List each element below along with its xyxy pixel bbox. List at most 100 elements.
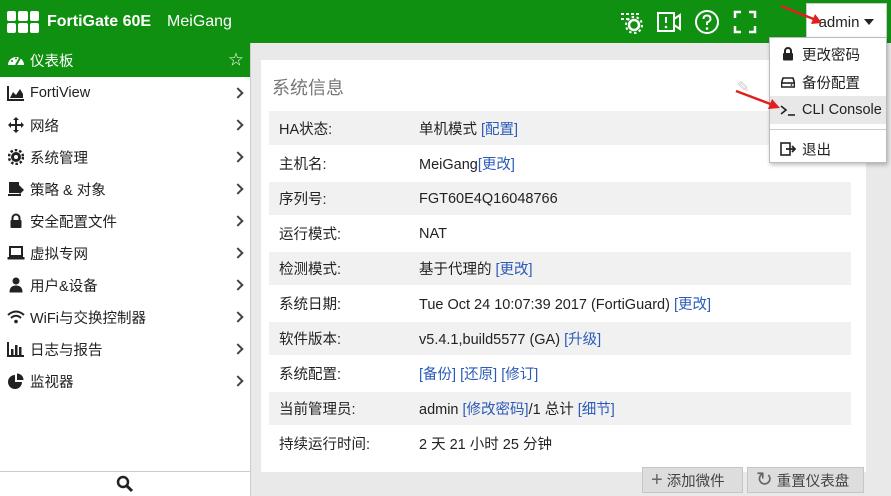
row-value-cell: v5.4.1,build5577 (GA) [升级] [419,321,851,356]
policy-stamp-icon [6,180,26,198]
table-row: 持续运行时间: 2 天 21 小时 25 分钟 [269,426,851,461]
config-revisions-link[interactable]: [修订] [501,367,538,383]
table-row: HA状态: 单机模式 [配置] [269,111,851,146]
row-value-cell: [备份] [还原] [修订] [419,356,851,391]
row-key: 系统日期: [279,297,342,313]
sidebar-item-label: 仪表板 [30,53,74,70]
sidebar-item-dashboard[interactable]: 仪表板 ☆ [0,43,250,77]
help-icon[interactable] [688,0,726,43]
menu-item-label: 更改密码 [802,47,860,64]
pie-chart-icon [6,372,26,390]
terminal-icon [780,104,796,116]
menu-item-label: CLI Console [802,102,882,118]
caret-down-icon [864,19,875,25]
add-widget-label: 添加微件 [666,473,725,490]
row-key: 主机名: [279,157,327,173]
table-row: 系统日期: Tue Oct 24 10:07:39 2017 (FortiGua… [269,286,851,321]
gear-icon [6,148,26,166]
sidebar-item-label: 安全配置文件 [30,214,117,231]
reset-dashboard-label: 重置仪表盘 [776,473,850,490]
sidebar-item-wifi-switch[interactable]: WiFi与交换控制器 [0,301,250,333]
row-key: 系统配置: [279,367,342,383]
reset-arrow-icon: ↻ [756,469,773,491]
sidebar-item-monitor[interactable]: 监视器 [0,365,250,397]
sidebar-item-log-report[interactable]: 日志与报告 [0,333,250,365]
sidebar-item-label: 日志与报告 [30,342,103,359]
plus-icon: + [651,469,663,491]
lock-icon [780,47,796,61]
logout-menu-item[interactable]: 退出 [770,135,886,163]
sidebar-item-label: 网络 [30,118,59,135]
laptop-icon [6,244,26,262]
admin-details-link[interactable]: [细节] [578,402,615,418]
config-backup-link[interactable]: [备份] [419,367,456,383]
row-value-cell: 2 天 21 小时 25 分钟 [419,426,851,461]
row-key: 持续运行时间: [279,437,371,453]
sidebar-item-network[interactable]: 网络 [0,109,250,141]
edit-pencil-icon[interactable]: ✎ [737,78,750,96]
row-value-cell: admin [修改密码]/1 总计 [细节] [419,391,851,426]
sidebar-item-system[interactable]: 系统管理 [0,141,250,173]
sidebar-item-user-device[interactable]: 用户&设备 [0,269,250,301]
row-key: 检测模式: [279,262,342,278]
fullscreen-icon[interactable] [726,0,764,43]
row-key: 运行模式: [279,227,342,243]
add-widget-button[interactable]: + 添加微件 [642,467,743,493]
change-password-link[interactable]: [修改密码] [463,402,529,418]
current-admin-value: admin [419,402,459,418]
device-hostname: MeiGang [167,12,232,30]
serial-number-value: FGT60E4Q16048766 [419,190,558,207]
bar-chart-icon [6,340,26,358]
cli-console-menu-item[interactable]: CLI Console [770,96,886,124]
wifi-icon [6,308,26,326]
sidebar-item-label: 用户&设备 [30,278,98,295]
system-date-change-link[interactable]: [更改] [674,297,711,313]
row-value-cell: 基于代理的 [更改] [419,251,851,286]
top-toolbar [612,0,764,43]
sidebar-item-fortiview[interactable]: FortiView [0,77,250,109]
table-row: 序列号: FGT60E4Q16048766 [269,181,851,216]
row-key: 软件版本: [279,332,342,348]
sidebar-search-button[interactable] [0,471,250,496]
ha-config-link[interactable]: [配置] [481,122,518,138]
firmware-version-value: v5.4.1,build5577 (GA) [419,332,561,348]
table-row: 主机名: MeiGang[更改] [269,146,851,181]
hard-drive-icon [780,76,796,88]
row-value-cell: NAT [419,216,851,251]
sidebar-item-label: 监视器 [30,374,74,391]
menu-item-label: 退出 [802,142,831,159]
firmware-upgrade-link[interactable]: [升级] [564,332,601,348]
backup-config-menu-item[interactable]: 备份配置 [770,68,886,96]
dashboard-icon [6,51,26,69]
admin-dropdown-menu: 更改密码 备份配置 CLI Console 退出 [769,37,887,163]
sidebar-item-policy-objects[interactable]: 策略 & 对象 [0,173,250,205]
admin-user-menu-button[interactable]: admin [806,3,887,40]
network-move-icon [6,116,26,134]
change-password-menu-item[interactable]: 更改密码 [770,40,886,68]
hostname-change-link[interactable]: [更改] [478,157,515,173]
table-row: 检测模式: 基于代理的 [更改] [269,251,851,286]
row-value-cell: FGT60E4Q16048766 [419,181,851,216]
sidebar-item-vpn[interactable]: 虚拟专网 [0,237,250,269]
lock-icon [6,212,26,230]
sidebar-item-label: WiFi与交换控制器 [30,310,146,327]
sidebar-item-label: 策略 & 对象 [30,182,106,199]
reset-dashboard-button[interactable]: ↻ 重置仪表盘 [747,467,864,493]
config-restore-link[interactable]: [还原] [460,367,497,383]
table-row: 当前管理员: admin [修改密码]/1 总计 [细节] [269,391,851,426]
video-feedback-icon[interactable] [650,0,688,43]
row-value-cell: Tue Oct 24 10:07:39 2017 (FortiGuard) [更… [419,286,851,321]
device-model: FortiGate 60E [47,12,152,30]
admin-total-count: /1 总计 [528,402,574,418]
system-date-value: Tue Oct 24 10:07:39 2017 (FortiGuard) [419,297,670,313]
sidebar-item-security-profiles[interactable]: 安全配置文件 [0,205,250,237]
menu-item-label: 备份配置 [802,75,860,92]
system-settings-icon[interactable] [612,0,650,43]
sidebar-item-label: 虚拟专网 [30,246,88,263]
inspection-mode-change-link[interactable]: [更改] [496,262,533,278]
uptime-value: 2 天 21 小时 25 分钟 [419,437,552,453]
search-icon [116,475,134,493]
star-favorite-icon[interactable]: ☆ [228,50,244,71]
logout-icon [780,142,796,156]
sidebar: 仪表板 ☆ FortiView 网络 系统管理 策略 & 对象 安全配置文件 虚… [0,43,251,496]
